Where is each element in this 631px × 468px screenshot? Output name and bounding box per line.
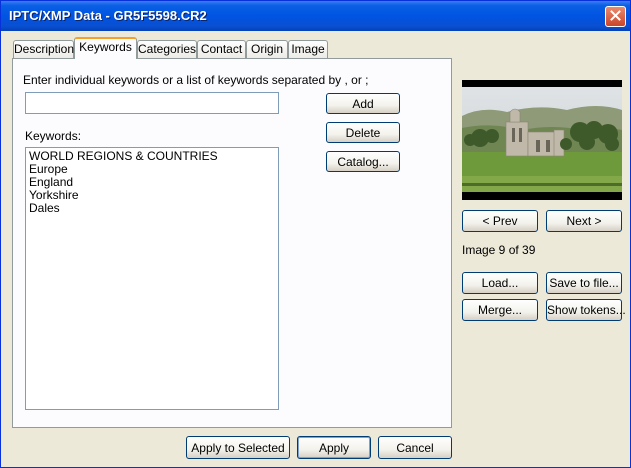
save-to-file-button[interactable]: Save to file... — [546, 272, 622, 294]
delete-button[interactable]: Delete — [326, 122, 400, 143]
load-button[interactable]: Load... — [462, 272, 538, 294]
keywords-panel: Enter individual keywords or a list of k… — [12, 58, 452, 428]
close-button[interactable] — [605, 6, 626, 27]
next-button[interactable]: Next > — [546, 210, 622, 232]
image-preview — [462, 80, 622, 200]
image-counter: Image 9 of 39 — [462, 243, 536, 257]
tab-keywords[interactable]: Keywords — [74, 37, 137, 59]
apply-button[interactable]: Apply — [297, 436, 371, 459]
apply-to-selected-button[interactable]: Apply to Selected — [186, 436, 290, 459]
close-icon — [610, 9, 621, 24]
keywords-listbox[interactable]: WORLD REGIONS & COUNTRIES Europe England… — [25, 147, 279, 410]
keyword-input[interactable] — [25, 92, 279, 114]
merge-button[interactable]: Merge... — [462, 299, 538, 321]
abbey-ruins-thumbnail — [462, 80, 622, 200]
tab-contact[interactable]: Contact — [197, 40, 246, 58]
tab-description[interactable]: Description — [13, 40, 74, 58]
show-tokens-button[interactable]: Show tokens... — [546, 299, 626, 321]
title-bar[interactable]: IPTC/XMP Data - GR5F5598.CR2 — [1, 1, 630, 31]
keyword-instruction: Enter individual keywords or a list of k… — [23, 73, 369, 87]
iptc-xmp-dialog: IPTC/XMP Data - GR5F5598.CR2 Description… — [0, 0, 631, 468]
tab-image[interactable]: Image — [288, 40, 328, 58]
tab-categories[interactable]: Categories — [137, 40, 197, 58]
window-title: IPTC/XMP Data - GR5F5598.CR2 — [9, 8, 207, 23]
keyword-item[interactable]: Dales — [29, 202, 275, 215]
catalog-button[interactable]: Catalog... — [326, 151, 400, 172]
cancel-button[interactable]: Cancel — [378, 436, 452, 459]
keywords-list-label: Keywords: — [25, 129, 82, 143]
keyword-item[interactable]: Yorkshire — [29, 189, 275, 202]
add-button[interactable]: Add — [326, 93, 400, 114]
tab-origin[interactable]: Origin — [246, 40, 288, 58]
prev-button[interactable]: < Prev — [462, 210, 538, 232]
